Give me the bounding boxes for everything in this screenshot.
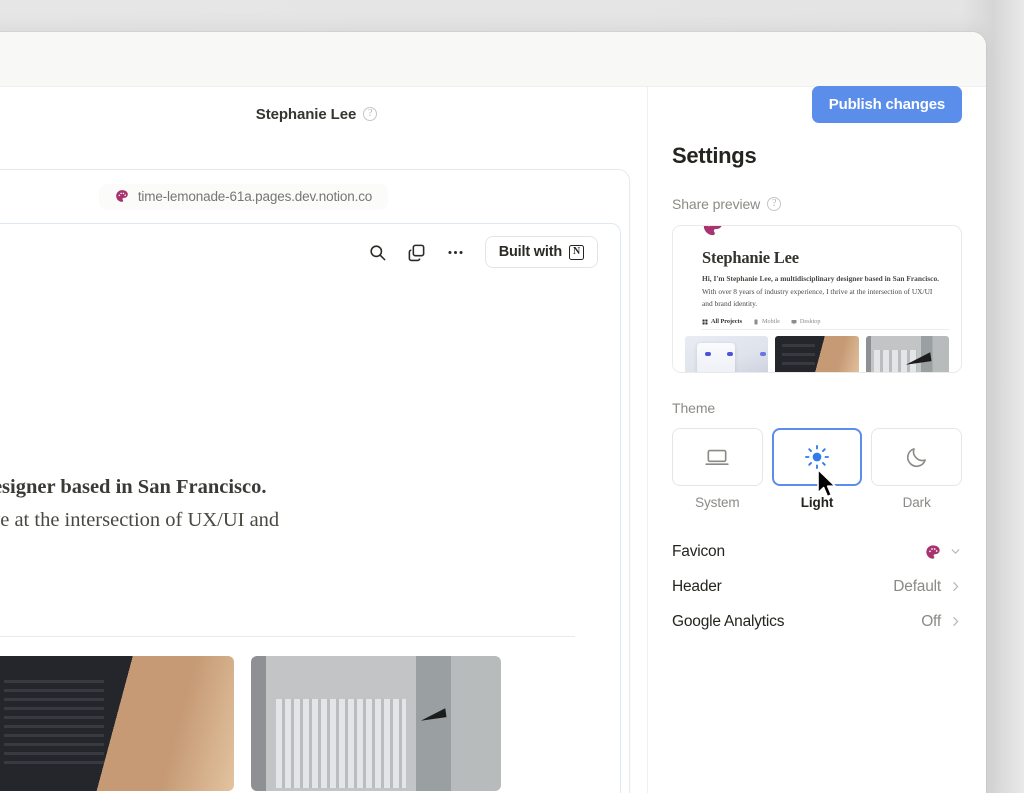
share-preview-tabs: All Projects Mobile (702, 318, 820, 325)
site-toolbar: Built with (0, 224, 620, 280)
site-thumbnail[interactable] (0, 656, 234, 791)
share-preview-tab-label: Desktop (800, 318, 821, 325)
settings-rows: Favicon (672, 534, 962, 639)
theme-label: Theme (672, 400, 962, 416)
setting-row-header[interactable]: Header Default (672, 569, 962, 604)
url-bar-row: time-lemonade-61a.pages.dev.notion.co (0, 170, 629, 223)
favicon-icon (925, 544, 941, 560)
setting-row-google-analytics[interactable]: Google Analytics Off (672, 604, 962, 639)
theme-option-system-box (672, 428, 763, 486)
share-preview-tab-all-projects[interactable]: All Projects (702, 318, 742, 325)
theme-option-light-box (772, 428, 863, 486)
setting-value-google-analytics-text: Off (921, 613, 941, 631)
help-circle-icon[interactable]: ? (767, 197, 781, 211)
theme-option-light-label: Light (772, 495, 863, 510)
theme-option-dark-box (871, 428, 962, 486)
site-bio-rest: ars of industry experience, I thrive at … (0, 509, 279, 531)
setting-row-favicon[interactable]: Favicon (672, 534, 962, 569)
settings-heading: Settings (672, 143, 962, 169)
settings-panel: Publish changes Settings Share preview ?… (648, 87, 986, 793)
more-horizontal-icon[interactable] (446, 243, 465, 262)
share-preview-thumbnail (775, 336, 858, 373)
favicon-icon (115, 189, 129, 205)
share-preview-tab-label: All Projects (711, 318, 742, 325)
chevron-right-icon (949, 615, 962, 628)
setting-name-google-analytics: Google Analytics (672, 613, 784, 631)
share-preview-tab-mobile[interactable]: Mobile (753, 318, 780, 325)
share-preview-tab-desktop[interactable]: Desktop (791, 318, 821, 325)
help-circle-icon[interactable]: ? (363, 107, 377, 121)
setting-value-header-text: Default (893, 578, 941, 596)
theme-option-system[interactable]: System (672, 428, 763, 510)
url-text: time-lemonade-61a.pages.dev.notion.co (138, 189, 372, 204)
search-icon[interactable] (368, 243, 387, 262)
share-preview-tabs-divider (702, 329, 949, 330)
share-preview-bio-rest: With over 8 years of industry experience… (702, 287, 932, 309)
theme-selector: System Light (672, 428, 962, 510)
theme-option-system-label: System (672, 495, 763, 510)
duplicate-icon[interactable] (407, 243, 426, 262)
share-preview-avatar-icon (702, 225, 724, 241)
grid-icon (702, 319, 708, 325)
desktop-icon (791, 319, 797, 325)
share-preview-thumbnail-row (685, 336, 949, 373)
laptop-icon (704, 444, 730, 470)
share-preview-tab-label: Mobile (762, 318, 780, 325)
setting-name-header: Header (672, 578, 722, 596)
share-preview-bio: Hi, I'm Stephanie Lee, a multidisciplina… (702, 273, 943, 311)
setting-value-header: Default (893, 578, 962, 596)
setting-name-favicon: Favicon (672, 543, 725, 561)
chevron-down-icon (949, 545, 962, 558)
site-body: anie Lee anie Lee, a multidisciplinary d… (0, 280, 620, 793)
share-preview-label: Share preview (672, 196, 760, 212)
share-preview-name: Stephanie Lee (702, 248, 799, 268)
setting-value-google-analytics: Off (921, 613, 962, 631)
site-bio-bold: anie Lee, a multidisciplinary designer b… (0, 476, 267, 498)
moon-icon (904, 444, 930, 470)
site-tabs-divider (0, 636, 575, 637)
share-preview-label-row: Share preview ? (672, 196, 962, 212)
page-title: Stephanie Lee (256, 106, 356, 123)
share-preview-bio-bold: Hi, I'm Stephanie Lee, a multidisciplina… (702, 274, 939, 283)
url-pill[interactable]: time-lemonade-61a.pages.dev.notion.co (99, 184, 388, 210)
sun-icon (804, 444, 830, 470)
built-with-notion-button[interactable]: Built with (485, 236, 598, 268)
site-thumbnail-row (0, 656, 501, 791)
publish-changes-button[interactable]: Publish changes (812, 86, 962, 123)
share-preview-thumbnail (685, 336, 768, 373)
share-preview-card[interactable]: Stephanie Lee Hi, I'm Stephanie Lee, a m… (672, 225, 962, 373)
theme-option-light[interactable]: Light (772, 428, 863, 510)
site-surface: Built with anie Lee anie Lee, a multidis… (0, 223, 621, 793)
setting-value-favicon (925, 544, 962, 560)
mobile-icon (753, 319, 759, 325)
site-preview-frame: time-lemonade-61a.pages.dev.notion.co (0, 169, 630, 793)
built-with-label: Built with (499, 244, 562, 260)
theme-option-dark[interactable]: Dark (871, 428, 962, 510)
site-bio: anie Lee, a multidisciplinary designer b… (0, 471, 547, 570)
main-preview-pane: Stephanie Lee ? time-lemonade-61a (0, 87, 648, 793)
chevron-right-icon (949, 580, 962, 593)
notion-logo-icon (569, 245, 584, 260)
site-thumbnail[interactable] (251, 656, 501, 791)
app-window: Stephanie Lee ? time-lemonade-61a (0, 32, 986, 793)
share-preview-thumbnail (866, 336, 949, 373)
theme-option-dark-label: Dark (871, 495, 962, 510)
publish-row: Publish changes (648, 77, 962, 132)
document-title-bar: Stephanie Lee ? (0, 87, 647, 133)
